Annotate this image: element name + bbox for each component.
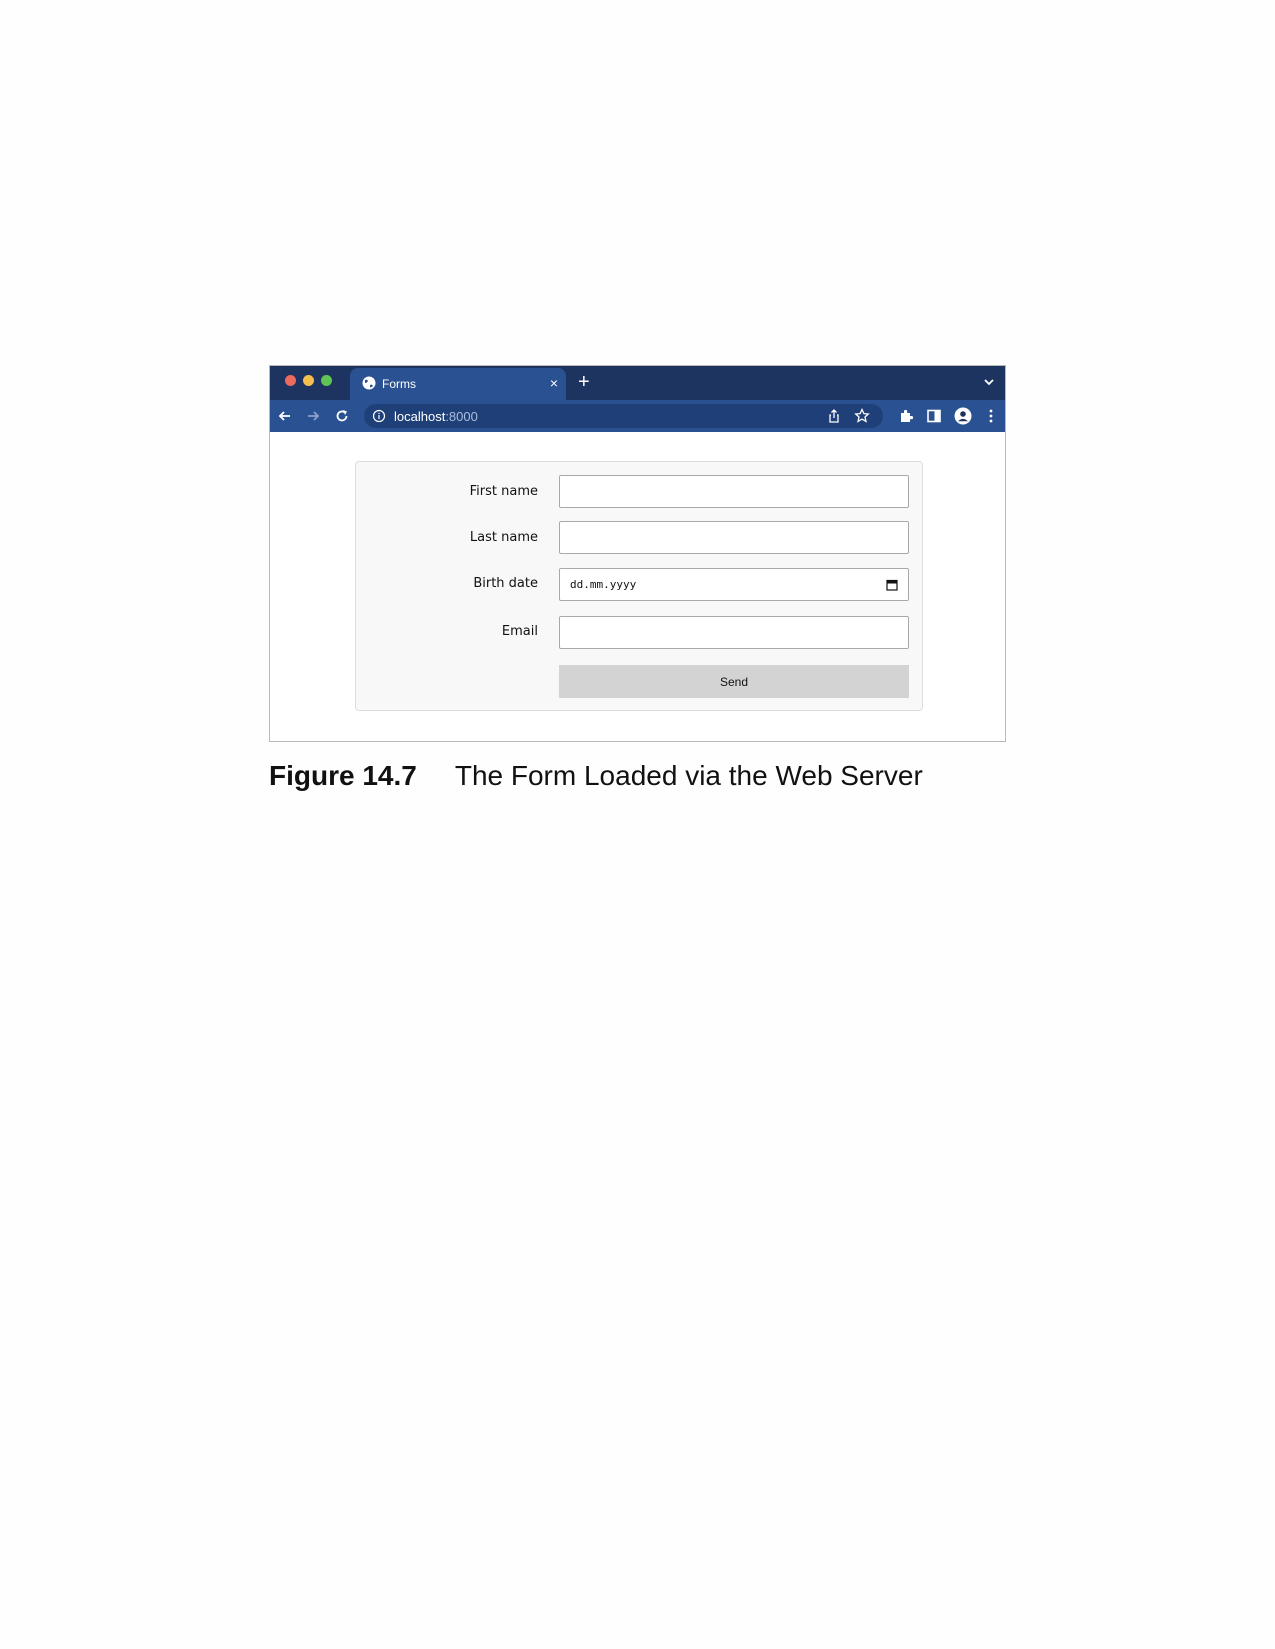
bookmark-star-icon[interactable] [853, 407, 871, 425]
calendar-icon[interactable] [886, 579, 898, 591]
last-name-label: Last name [469, 530, 538, 545]
first-name-field[interactable] [559, 475, 909, 508]
address-bar[interactable]: localhost:8000 [364, 404, 883, 428]
send-button[interactable]: Send [559, 665, 909, 698]
profile-avatar-icon[interactable] [954, 407, 972, 425]
info-icon[interactable] [372, 409, 386, 423]
back-arrow-icon[interactable] [276, 407, 294, 425]
tab-title: Forms [382, 377, 416, 391]
more-menu-icon[interactable] [982, 407, 1000, 425]
last-name-field[interactable] [559, 521, 909, 554]
reload-icon[interactable] [333, 407, 351, 425]
forward-arrow-icon[interactable] [304, 407, 322, 425]
url-port: :8000 [445, 409, 478, 424]
close-window-button[interactable] [285, 375, 296, 386]
email-label: Email [501, 624, 538, 639]
birth-date-placeholder: dd.mm.yyyy [570, 578, 637, 591]
url-text: localhost:8000 [394, 409, 478, 424]
tab-forms[interactable]: Forms × [350, 368, 566, 400]
figure-number: Figure 14.7 [269, 760, 417, 791]
browser-screenshot: Forms × + localhost:8000 First name Last… [269, 365, 1006, 742]
side-panel-icon[interactable] [925, 407, 943, 425]
figure-caption: Figure 14.7 The Form Loaded via the Web S… [269, 760, 923, 792]
close-tab-icon[interactable]: × [550, 374, 558, 392]
email-field[interactable] [559, 616, 909, 649]
figure-title: The Form Loaded via the Web Server [454, 760, 923, 791]
minimize-window-button[interactable] [303, 375, 314, 386]
tab-bar: Forms × + [270, 366, 1005, 400]
birth-date-field[interactable]: dd.mm.yyyy [559, 568, 909, 601]
page-content: First name Last name Birth date dd.mm.yy… [270, 432, 1005, 741]
globe-icon [362, 376, 376, 390]
maximize-window-button[interactable] [321, 375, 332, 386]
window-controls [285, 375, 332, 386]
birth-date-label: Birth date [473, 576, 538, 591]
browser-toolbar: localhost:8000 [270, 400, 1005, 433]
user-form: First name Last name Birth date dd.mm.yy… [355, 461, 923, 711]
first-name-label: First name [469, 484, 538, 499]
extensions-puzzle-icon[interactable] [897, 407, 915, 425]
url-host: localhost [394, 409, 446, 424]
share-icon[interactable] [825, 407, 843, 425]
new-tab-button[interactable]: + [578, 371, 590, 393]
chevron-down-icon[interactable] [982, 375, 996, 389]
